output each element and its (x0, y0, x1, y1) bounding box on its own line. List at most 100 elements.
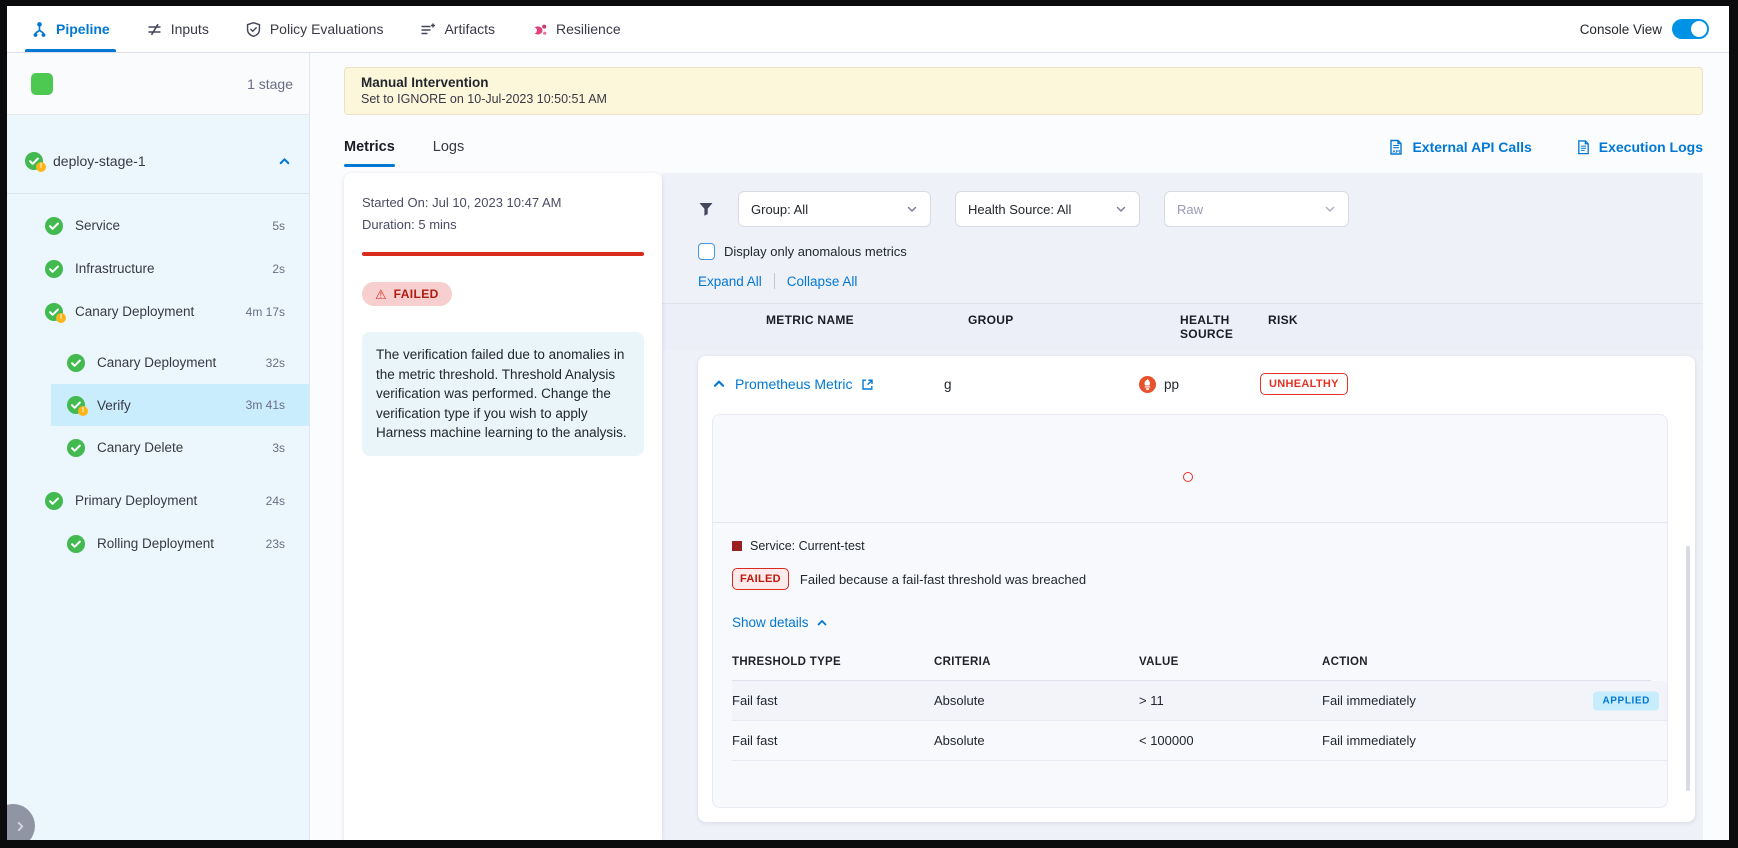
duration: Duration: 5 mins (362, 217, 644, 232)
warning-dot-icon: ! (36, 162, 46, 172)
chevron-up-icon[interactable] (278, 155, 291, 168)
threshold-value: > 11 (1139, 693, 1322, 708)
threshold-type: Fail fast (732, 733, 934, 748)
threshold-type: Fail fast (732, 693, 934, 708)
legend-label: Service: Current-test (750, 539, 865, 553)
chevron-down-icon (906, 203, 918, 215)
success-icon (45, 492, 63, 510)
group-filter-value: Group: All (751, 202, 808, 217)
success-icon (67, 354, 85, 372)
legend-swatch (732, 541, 742, 551)
expand-all-link[interactable]: Expand All (698, 274, 762, 289)
tab-inputs[interactable]: Inputs (146, 6, 209, 52)
filters-row: Group: All Health Source: All Raw (662, 191, 1703, 227)
step-label: Infrastructure (75, 261, 155, 276)
anomalous-checkbox-label: Display only anomalous metrics (724, 244, 907, 259)
step-canary-deployment[interactable]: Canary Deployment 32s (7, 341, 309, 384)
external-api-calls-link[interactable]: API External API Calls (1388, 139, 1531, 156)
step-service[interactable]: Service 5s (7, 204, 309, 247)
verification-summary-card: Started On: Jul 10, 2023 10:47 AM Durati… (344, 173, 662, 840)
step-verify[interactable]: ! Verify 3m 41s (51, 384, 309, 426)
tab-label: Resilience (556, 21, 621, 37)
link-label: External API Calls (1412, 139, 1531, 155)
app-window: Pipeline Inputs Policy Evaluations Artif… (7, 6, 1729, 840)
detail-scrollbar[interactable] (1686, 546, 1690, 791)
sidebar-divider (7, 193, 309, 194)
step-duration: 2s (272, 262, 285, 276)
step-duration: 23s (266, 537, 285, 551)
threshold-value: < 100000 (1139, 733, 1322, 748)
health-source-filter-value: Health Source: All (968, 202, 1071, 217)
shield-check-icon (245, 21, 262, 38)
risk-badge-unhealthy: UNHEALTHY (1260, 373, 1348, 395)
col-risk: RISK (1260, 313, 1695, 341)
stage-row-deploy-stage-1[interactable]: ! deploy-stage-1 (7, 141, 309, 181)
step-duration: 5s (272, 219, 285, 233)
banner-subtitle: Set to IGNORE on 10-Jul-2023 10:50:51 AM (361, 92, 1686, 106)
step-canary-delete[interactable]: Canary Delete 3s (7, 426, 309, 469)
step-duration: 4m 17s (246, 305, 285, 319)
console-view-label: Console View (1580, 22, 1662, 37)
collapse-all-link[interactable]: Collapse All (787, 274, 858, 289)
col-threshold-type: THRESHOLD TYPE (732, 656, 934, 668)
metric-detail-panel: Service: Current-test FAILED Failed beca… (712, 414, 1668, 808)
link-label: Execution Logs (1599, 139, 1703, 155)
stage-status-icon: ! (25, 152, 43, 170)
col-criteria: CRITERIA (934, 656, 1139, 668)
col-health-source: HEALTH SOURCE (1139, 313, 1260, 341)
applied-badge: APPLIED (1593, 691, 1659, 710)
tab-metrics[interactable]: Metrics (344, 127, 395, 167)
chevron-down-icon (1115, 203, 1127, 215)
threshold-action: Fail immediately (1322, 733, 1651, 748)
step-infrastructure[interactable]: Infrastructure 2s (7, 247, 309, 290)
execution-sidebar: 1 stage ! deploy-stage-1 Service 5s (7, 53, 310, 840)
metric-row-card: Prometheus Metric g pp UNHEALTHY (698, 356, 1695, 822)
top-nav-tabs: Pipeline Inputs Policy Evaluations Artif… (31, 6, 621, 52)
tab-label: Policy Evaluations (270, 21, 384, 37)
tab-resilience[interactable]: Resilience (531, 6, 621, 52)
execution-logs-link[interactable]: Execution Logs (1576, 139, 1703, 156)
api-document-icon: API (1388, 139, 1404, 156)
metric-name-link[interactable]: Prometheus Metric (735, 376, 852, 392)
anomalous-data-point[interactable] (1183, 472, 1193, 482)
sidebar-header: 1 stage (7, 53, 309, 115)
chevron-right-icon (15, 821, 26, 832)
warning-dot-icon: ! (56, 313, 66, 323)
group-filter-dropdown[interactable]: Group: All (738, 191, 931, 227)
metrics-analysis-panel: Group: All Health Source: All Raw (662, 173, 1703, 840)
show-details-link[interactable]: Show details (732, 615, 1651, 630)
console-view-control: Console View (1580, 19, 1709, 39)
anomalous-filter-row: Display only anomalous metrics (662, 243, 1703, 260)
console-view-toggle[interactable] (1672, 19, 1709, 39)
tab-artifacts[interactable]: Artifacts (419, 6, 495, 52)
failed-label: FAILED (394, 287, 439, 301)
step-label: Verify (97, 398, 131, 413)
threshold-table-header: THRESHOLD TYPE CRITERIA VALUE ACTION (732, 656, 1651, 668)
step-primary-deployment[interactable]: Primary Deployment 24s (7, 479, 309, 522)
health-source-filter-dropdown[interactable]: Health Source: All (955, 191, 1140, 227)
step-rolling-deployment[interactable]: Rolling Deployment 23s (7, 522, 309, 565)
threshold-row-2: Fail fast Absolute < 100000 Fail immedia… (732, 721, 1667, 761)
anomalous-checkbox[interactable] (698, 243, 715, 260)
step-duration: 24s (266, 494, 285, 508)
col-group: GROUP (944, 313, 1139, 341)
main-content: Manual Intervention Set to IGNORE on 10-… (310, 53, 1729, 840)
failed-badge: FAILED (732, 568, 789, 590)
toggle-knob (1691, 21, 1707, 37)
warning-dot-icon: ! (78, 406, 88, 416)
raw-mode-dropdown[interactable]: Raw (1164, 191, 1349, 227)
step-label: Canary Deployment (97, 355, 216, 370)
filter-funnel-icon (698, 201, 714, 217)
step-label: Primary Deployment (75, 493, 197, 508)
show-details-label: Show details (732, 615, 809, 630)
artifacts-icon (419, 21, 436, 38)
tab-pipeline[interactable]: Pipeline (31, 6, 110, 52)
external-link-icon[interactable] (861, 378, 874, 391)
tab-logs[interactable]: Logs (433, 127, 464, 167)
collapse-chevron-up-icon[interactable] (712, 377, 726, 391)
tab-policy-evaluations[interactable]: Policy Evaluations (245, 6, 384, 52)
success-warning-icon: ! (45, 303, 63, 321)
step-canary-deployment-group[interactable]: ! Canary Deployment 4m 17s (7, 290, 309, 333)
metric-chart (713, 415, 1667, 523)
inputs-icon (146, 21, 163, 38)
